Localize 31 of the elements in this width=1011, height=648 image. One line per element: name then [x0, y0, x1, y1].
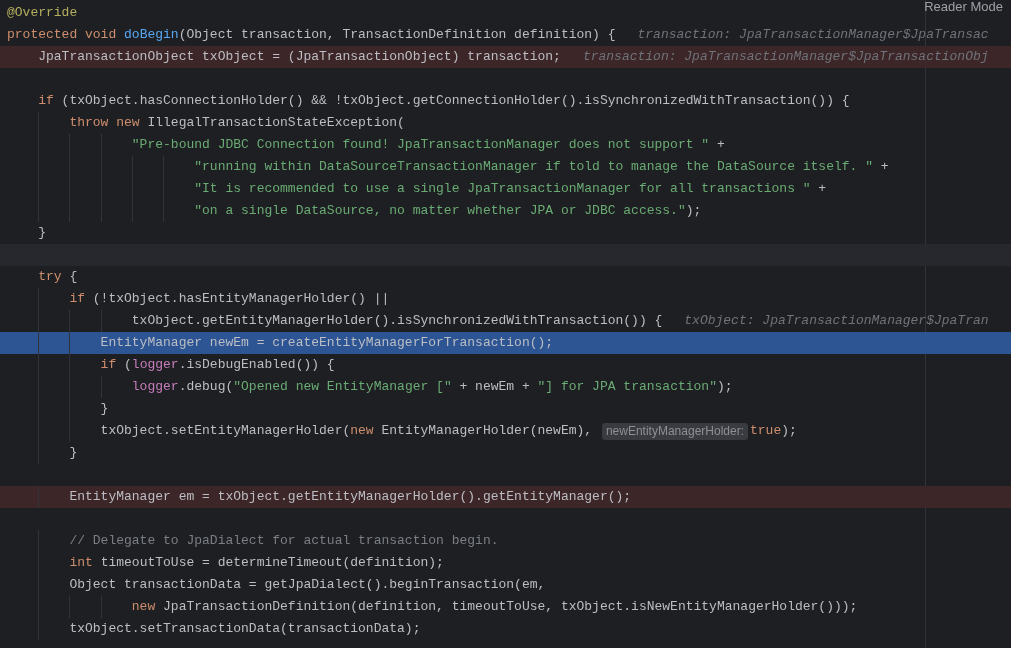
reader-mode-button[interactable]: Reader Mode [922, 0, 1005, 17]
code-text: "running within DataSourceTransactionManager if told to manage the DataSource itself. " + [193, 158, 889, 177]
code-text: "It is recommended to use a single JpaTransactionManager for all transactions " + [193, 180, 827, 199]
code-text: @Override [7, 4, 78, 23]
code-text: try { [37, 268, 78, 287]
inlay-hint: transaction: JpaTransactionManager$JpaTransac [637, 26, 989, 45]
code-text: true); [750, 422, 797, 441]
code-text: if (logger.isDebugEnabled()) { [99, 356, 335, 375]
code-text: JpaTransactionObject txObject = (JpaTransactionObject) transaction; [37, 48, 561, 67]
code-text: } [99, 400, 109, 419]
code-text: } [37, 224, 46, 243]
code-text: // Delegate to JpaDialect for actual transaction begin. [68, 532, 499, 551]
code-text: new JpaTransactionDefinition(definition, timeoutToUse, txObject.isNewEntityManagerHolder())); [130, 598, 858, 617]
code-text: txObject.setEntityManagerHolder(new EntityManagerHolder(newEm), [99, 422, 594, 441]
inlay-hint: transaction: JpaTransactionManager$JpaTransactionObj [582, 48, 989, 67]
code-text: Object transactionData = getJpaDialect().beginTransaction(em, [68, 576, 546, 595]
code-text: if (txObject.hasConnectionHolder() && !txObject.getConnectionHolder().isSynchronizedWithTransaction()) { [37, 92, 850, 111]
code-text: "on a single DataSource, no matter whether JPA or JDBC access."); [193, 202, 702, 221]
code-text: logger.debug("Opened new EntityManager [" + newEm + "] for JPA transaction"); [130, 378, 733, 397]
code-text: } [68, 444, 78, 463]
code-text: "Pre-bound JDBC Connection found! JpaTransactionManager does not support " + [130, 136, 725, 155]
code-text: EntityManager newEm = createEntityManagerForTransaction(); [99, 334, 554, 353]
code-text: throw new IllegalTransactionStateException( [68, 114, 405, 133]
code-text: if (!txObject.hasEntityManagerHolder() || [68, 290, 390, 309]
code-text: int timeoutToUse = determineTimeout(definition); [68, 554, 444, 573]
inlay-hint: txObject: JpaTransactionManager$JpaTran [684, 312, 989, 331]
code-text: EntityManager em = txObject.getEntityManagerHolder().getEntityManager(); [68, 488, 632, 507]
code-text: protected void doBegin(Object transaction, TransactionDefinition definition) { [7, 26, 616, 45]
parameter-hint: newEntityManagerHolder: [601, 422, 748, 440]
code-text: txObject.getEntityManagerHolder().isSynchronizedWithTransaction()) { [130, 312, 663, 331]
code-text: txObject.setTransactionData(transactionData); [68, 620, 421, 639]
